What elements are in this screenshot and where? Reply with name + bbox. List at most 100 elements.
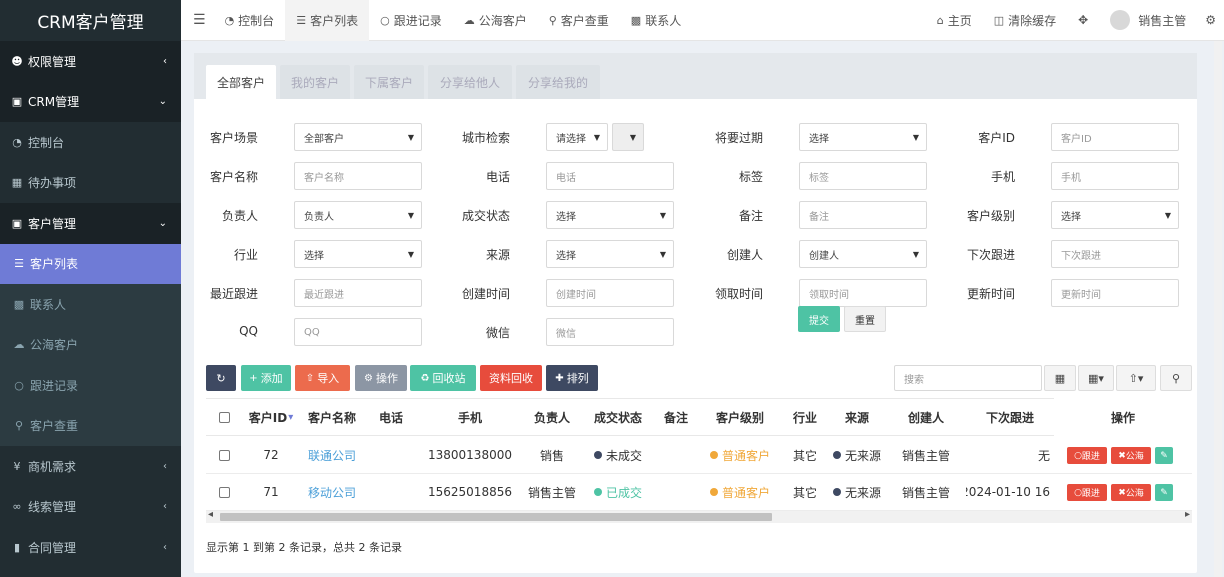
column-header[interactable]: 负责人 xyxy=(522,398,582,436)
select-all-checkbox[interactable] xyxy=(206,398,242,436)
filter-input[interactable]: 下次跟进 xyxy=(1051,240,1179,268)
cell-name[interactable]: 移动公司 xyxy=(300,474,364,510)
subtab-all[interactable]: 全部客户 xyxy=(206,65,276,99)
column-header[interactable]: 客户级别 xyxy=(698,398,782,436)
sidebar-item-opportunity[interactable]: ¥ 商机需求 ‹ xyxy=(0,446,181,487)
sidebar-item-followup[interactable]: ○ 跟进记录 xyxy=(0,365,181,406)
follow-button[interactable]: ○ 跟进 xyxy=(1067,447,1107,464)
edit-button[interactable]: ✎ xyxy=(1155,484,1173,501)
cell-value: 无来源 xyxy=(844,448,881,463)
column-header[interactable]: 备注 xyxy=(654,398,698,436)
subtab-subordinate[interactable]: 下属客户 xyxy=(354,65,424,99)
export-button[interactable]: ⇧▾ xyxy=(1116,365,1156,391)
clear-cache-button[interactable]: ◫ 清除缓存 xyxy=(983,0,1067,41)
top-nav: ☰ ◔ 控制台 ☰ 客户列表 ○ 跟进记录 ☁ 公海客户 ⚲ 客户查重 ▩ 联系… xyxy=(181,0,1224,41)
filter-input[interactable]: 客户ID xyxy=(1051,123,1179,151)
tab-public-pool[interactable]: ☁ 公海客户 xyxy=(453,0,538,41)
scrollbar-thumb[interactable] xyxy=(220,513,772,521)
horizontal-scrollbar[interactable]: ◂ ▸ xyxy=(206,509,1192,523)
recycle-bin-button[interactable]: ♻ 回收站 xyxy=(410,365,476,391)
edit-button[interactable]: ✎ xyxy=(1155,447,1173,464)
tab-followup[interactable]: ○ 跟进记录 xyxy=(369,0,453,41)
select-value: 创建人 xyxy=(809,250,839,262)
reclaim-button[interactable]: 资料回收 xyxy=(480,365,542,391)
sidebar-item-crm[interactable]: ▣ CRM管理 ⌄ xyxy=(0,81,181,122)
tab-dedupe[interactable]: ⚲ 客户查重 xyxy=(538,0,620,41)
select-value: 选择 xyxy=(556,211,576,223)
search-icon: ⚲ xyxy=(14,419,24,433)
subtab-mine[interactable]: 我的客户 xyxy=(280,65,350,99)
column-header-label: 成交状态 xyxy=(593,410,642,425)
chevron-left-icon: ‹ xyxy=(163,541,167,553)
tab-dashboard[interactable]: ◔ 控制台 xyxy=(214,0,286,41)
customer-name-link[interactable]: 联通公司 xyxy=(308,447,356,464)
settings-button[interactable]: ⚙ xyxy=(1197,0,1224,41)
upload-icon: ⇧ xyxy=(305,372,315,384)
filter-label: 标签 xyxy=(738,170,763,184)
subtab-shared-out[interactable]: 分享给他人 xyxy=(428,65,512,99)
filter-select[interactable]: 请选择 ▼ xyxy=(546,123,608,151)
add-button[interactable]: + 添加 xyxy=(241,365,291,391)
cell-next: 无 xyxy=(966,437,1054,473)
menu-toggle-button[interactable]: ☰ xyxy=(181,0,214,41)
customer-name-link[interactable]: 移动公司 xyxy=(308,484,356,501)
filter-input[interactable]: 更新时间 xyxy=(1051,279,1179,307)
column-header[interactable]: 创建人 xyxy=(886,398,966,436)
column-header[interactable]: 电话 xyxy=(364,398,418,436)
operate-button[interactable]: ⚙ 操作 xyxy=(355,365,407,391)
sidebar-item-label: 待办事项 xyxy=(28,176,77,191)
sort-button[interactable]: ✚ 排列 xyxy=(546,365,598,391)
fullscreen-button[interactable]: ✥ xyxy=(1067,0,1099,41)
filter-label: 城市检索 xyxy=(461,131,510,145)
subtab-shared-in[interactable]: 分享给我的 xyxy=(516,65,600,99)
submit-button[interactable]: 提交 xyxy=(798,306,840,332)
import-button[interactable]: ⇧ 导入 xyxy=(295,365,350,391)
search-input[interactable]: 搜索 xyxy=(894,365,1042,391)
avatar xyxy=(1110,10,1131,30)
row-checkbox[interactable] xyxy=(206,474,242,510)
refresh-button[interactable]: ↻ xyxy=(206,365,236,391)
row-checkbox[interactable] xyxy=(206,437,242,473)
user-menu[interactable]: 销售主管 xyxy=(1099,0,1197,41)
sidebar-item-contracts[interactable]: ▮ 合同管理 ‹ xyxy=(0,527,181,568)
column-header[interactable]: 客户名称 xyxy=(300,398,364,436)
column-header[interactable]: 成交状态 xyxy=(582,398,654,436)
cell-value: 2024-01-10 16 xyxy=(966,485,1050,499)
sidebar-item-dedupe[interactable]: ⚲ 客户查重 xyxy=(0,405,181,446)
columns-button[interactable]: ▦▾ xyxy=(1078,365,1114,391)
checkbox-box xyxy=(218,411,230,423)
sidebar-item-leads[interactable]: ∞ 线索管理 ‹ xyxy=(0,487,181,528)
cell-value: 无 xyxy=(1037,448,1050,463)
cell-deal: 未成交 xyxy=(582,437,654,473)
vertical-scrollbar[interactable] xyxy=(1214,41,1222,577)
column-header[interactable]: 操作 xyxy=(1054,398,1192,436)
reset-button[interactable]: 重置 xyxy=(844,306,886,332)
district-select[interactable]: ▼ xyxy=(612,123,644,151)
pagination-info: 显示第 1 到第 2 条记录，总共 2 条记录 xyxy=(206,541,402,554)
table-view-button[interactable]: ▦ xyxy=(1044,365,1076,391)
filter-label: 手机 xyxy=(990,170,1015,184)
filter-select[interactable]: 选择 ▼ xyxy=(1051,201,1179,229)
column-header[interactable]: 客户ID ▾ xyxy=(242,398,300,436)
follow-button[interactable]: ○ 跟进 xyxy=(1067,484,1107,501)
home-link[interactable]: ⌂ 主页 xyxy=(926,0,983,41)
search-button[interactable]: ⚲ xyxy=(1160,365,1192,391)
tab-customer-list[interactable]: ☰ 客户列表 xyxy=(285,0,370,41)
column-header[interactable]: 来源 xyxy=(828,398,886,436)
filter-input[interactable]: 微信 xyxy=(546,318,674,346)
column-header[interactable]: 行业 xyxy=(782,398,828,436)
to-public-button[interactable]: ✖ 公海 xyxy=(1111,484,1151,501)
filter-input[interactable]: 手机 xyxy=(1051,162,1179,190)
column-header[interactable]: 手机 xyxy=(418,398,522,436)
to-public-button[interactable]: ✖ 公海 xyxy=(1111,447,1151,464)
sidebar-item-permission[interactable]: ☻ 权限管理 ‹ xyxy=(0,41,181,82)
tab-contacts[interactable]: ▩ 联系人 xyxy=(620,0,692,41)
column-header[interactable]: 下次跟进 xyxy=(966,398,1054,436)
sidebar-item-label: 权限管理 xyxy=(28,54,77,69)
sidebar-item-label: 客户查重 xyxy=(30,419,79,434)
cell-name[interactable]: 联通公司 xyxy=(300,437,364,473)
filter-label: 创建人 xyxy=(726,248,763,262)
pencil-icon: ✎ xyxy=(1160,487,1168,498)
customer-panel: 全部客户 我的客户 下属客户 分享给他人 分享给我的 客户场景 全部客户 ▼ 城市检索… xyxy=(194,53,1197,573)
status-dot xyxy=(593,488,602,496)
